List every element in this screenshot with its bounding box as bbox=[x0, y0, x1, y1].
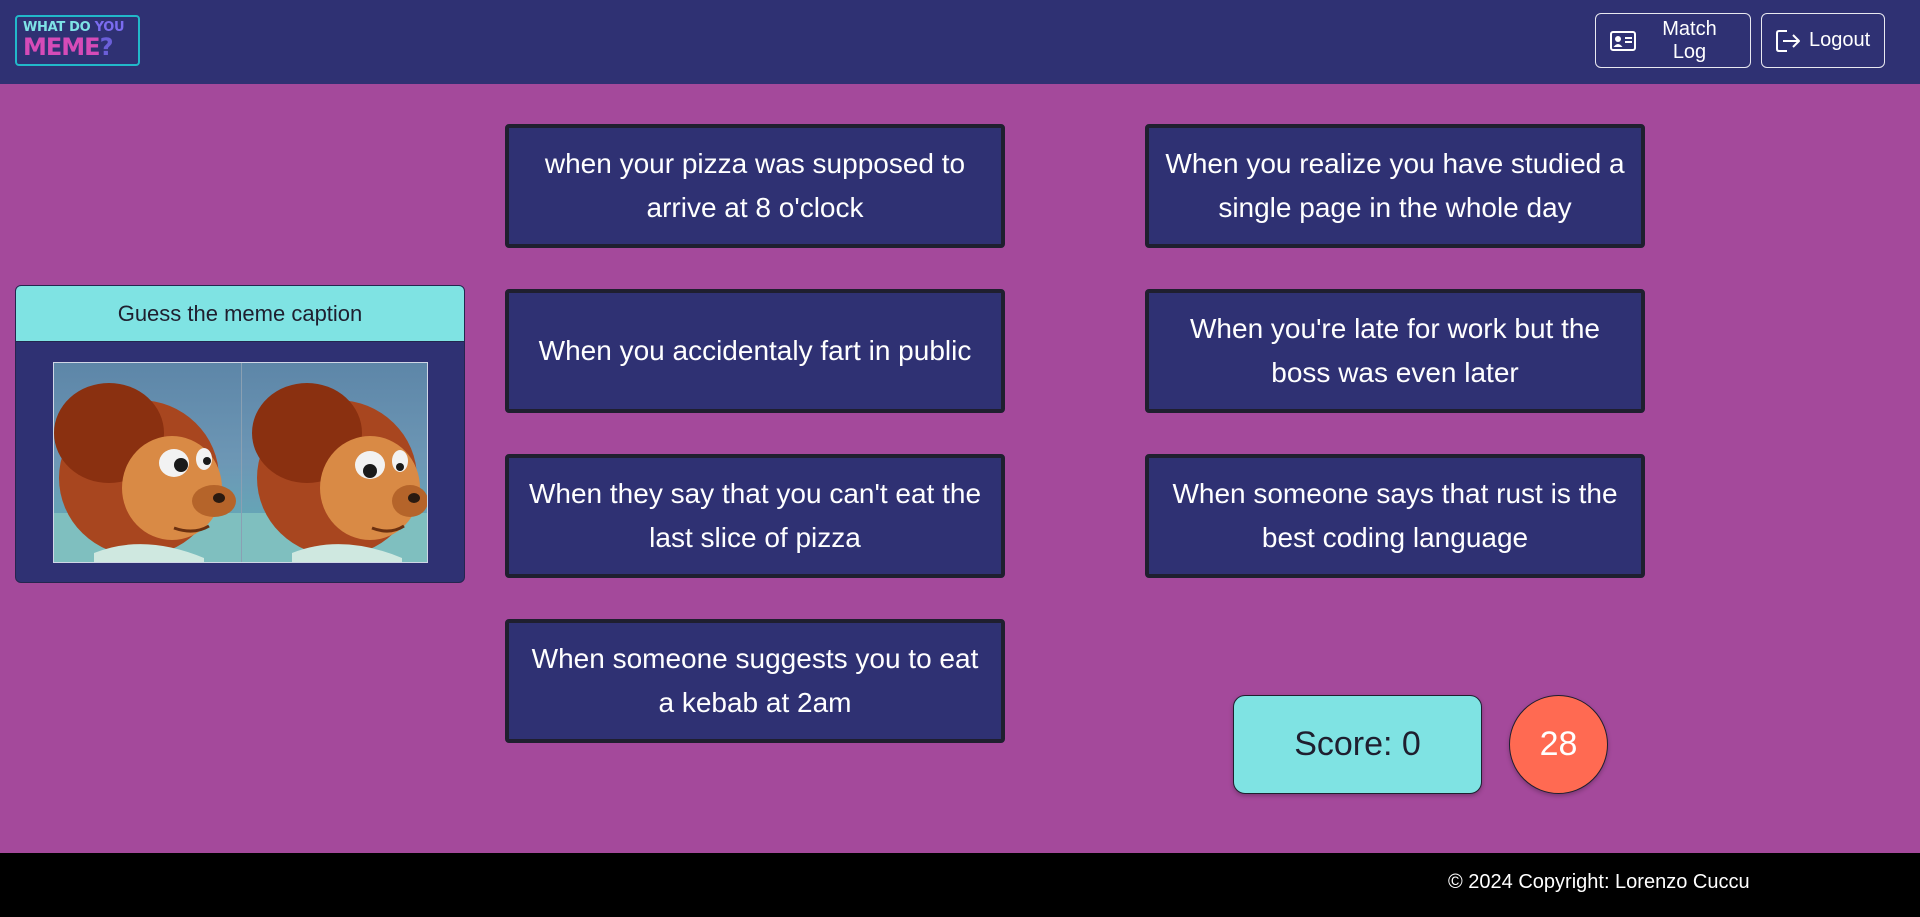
match-log-button[interactable]: Match Log bbox=[1595, 13, 1751, 68]
footer-copyright: © 2024 Copyright: Lorenzo Cuccu bbox=[1448, 871, 1750, 893]
caption-option[interactable]: When they say that you can't eat the las… bbox=[505, 454, 1005, 578]
navbar: WHAT DO YOU MEME? Match Log Logout bbox=[0, 0, 1920, 84]
id-card-icon bbox=[1610, 30, 1636, 51]
meme-card: Guess the meme caption bbox=[15, 285, 465, 583]
logout-button[interactable]: Logout bbox=[1761, 13, 1885, 68]
caption-option[interactable]: When someone suggests you to eat a kebab… bbox=[505, 619, 1005, 743]
caption-option[interactable]: When you realize you have studied a sing… bbox=[1145, 124, 1645, 248]
caption-option[interactable]: when your pizza was supposed to arrive a… bbox=[505, 124, 1005, 248]
app-logo[interactable]: WHAT DO YOU MEME? bbox=[15, 15, 140, 66]
score-display: Score: 0 bbox=[1233, 695, 1482, 794]
footer: © 2024 Copyright: Lorenzo Cuccu bbox=[0, 853, 1920, 917]
match-log-label: Match Log bbox=[1662, 17, 1717, 63]
countdown-timer: 28 bbox=[1509, 695, 1608, 794]
caption-option[interactable]: When you're late for work but the boss w… bbox=[1145, 289, 1645, 413]
logout-icon bbox=[1776, 29, 1802, 52]
caption-option[interactable]: When someone says that rust is the best … bbox=[1145, 454, 1645, 578]
caption-option[interactable]: When you accidentaly fart in public bbox=[505, 289, 1005, 413]
logout-label: Logout bbox=[1809, 29, 1871, 51]
meme-card-title: Guess the meme caption bbox=[16, 286, 464, 342]
meme-image bbox=[53, 362, 428, 563]
